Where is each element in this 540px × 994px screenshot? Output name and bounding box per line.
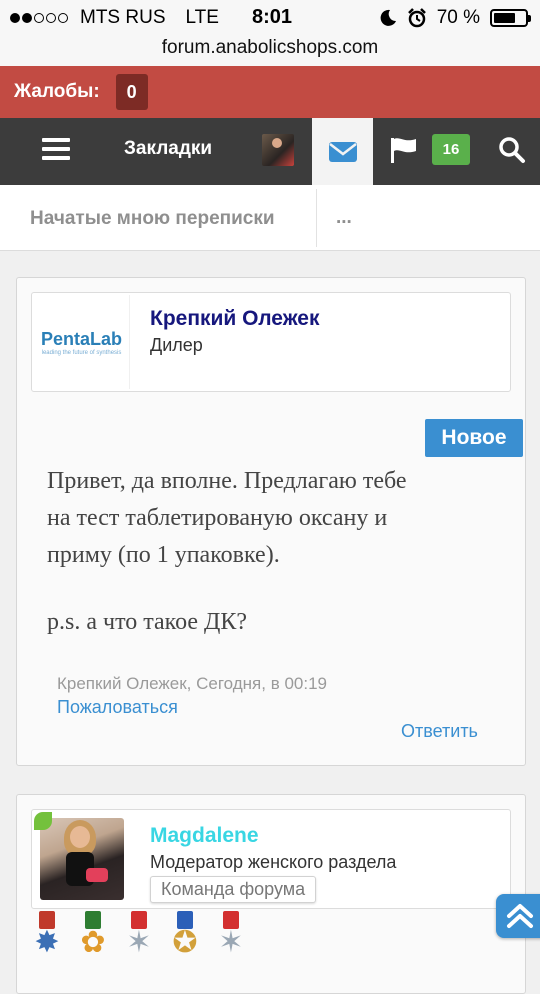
clock: 8:01 bbox=[252, 6, 293, 28]
subnav-title[interactable]: Начатые мною переписки bbox=[30, 208, 275, 230]
signal-dot bbox=[46, 13, 56, 23]
url-bar[interactable]: forum.anabolicshops.com bbox=[0, 36, 540, 66]
moon-icon bbox=[380, 9, 396, 26]
signal-dots bbox=[10, 13, 68, 23]
battery-percent: 70 % bbox=[436, 7, 480, 28]
medal-icon[interactable]: ✸ bbox=[31, 911, 63, 961]
message-user-info: Magdalene Модератор женского раздела Ком… bbox=[31, 809, 511, 909]
new-badge: Новое bbox=[425, 419, 523, 457]
team-badge: Команда форума bbox=[150, 876, 317, 903]
signal-dot bbox=[34, 13, 44, 23]
complaints-bar[interactable]: Жалобы: 0 bbox=[0, 66, 540, 118]
message-line: Привет, да вполне. Предлагаю тебе bbox=[47, 468, 407, 494]
message-user-info: PentaLab leading the future of synthesis… bbox=[31, 292, 511, 392]
status-bar: MTS RUS LTE 8:01 70 % bbox=[0, 0, 540, 36]
alarm-icon bbox=[407, 8, 426, 28]
medal-icon[interactable]: ✶ bbox=[215, 911, 247, 961]
signal-dot bbox=[58, 13, 68, 23]
medal-icon[interactable]: ✿ bbox=[77, 911, 109, 961]
complaints-label: Жалобы: bbox=[14, 81, 100, 102]
status-right: 70 % bbox=[379, 7, 531, 29]
medal-icon[interactable]: ✪ bbox=[169, 911, 201, 961]
message-line: на тест таблетированую оксану и bbox=[47, 505, 388, 531]
search-icon[interactable] bbox=[498, 136, 526, 164]
user-title: Модератор женского раздела bbox=[150, 852, 397, 872]
signal-dot bbox=[10, 13, 20, 23]
report-link[interactable]: Пожаловаться bbox=[57, 697, 178, 718]
avatar[interactable] bbox=[40, 818, 124, 900]
message-meta: Крепкий Олежек, Сегодня, в 00:19 bbox=[57, 674, 327, 693]
mail-icon bbox=[328, 141, 357, 162]
battery-fill bbox=[494, 13, 515, 23]
bookmarks-link[interactable]: Закладки bbox=[124, 138, 212, 160]
alerts-badge[interactable]: 16 bbox=[432, 134, 470, 165]
user-avatar[interactable] bbox=[262, 134, 294, 166]
subnav-more[interactable]: ... bbox=[336, 207, 352, 229]
carrier: MTS RUS bbox=[80, 7, 166, 28]
status-left: MTS RUS LTE bbox=[10, 7, 219, 29]
flag-icon[interactable] bbox=[390, 137, 418, 163]
network-type: LTE bbox=[185, 7, 219, 28]
scroll-to-top-button[interactable] bbox=[496, 894, 540, 938]
pentalab-logo: PentaLab leading the future of synthesis bbox=[41, 329, 122, 356]
message-card: PentaLab leading the future of synthesis… bbox=[16, 277, 526, 766]
message-body: Привет, да вполне. Предлагаю тебе на тес… bbox=[47, 463, 497, 574]
reply-link[interactable]: Ответить bbox=[401, 721, 478, 742]
double-chevron-up-icon bbox=[507, 904, 533, 928]
message-ps: p.s. а что такое ДК? bbox=[47, 609, 248, 635]
menu-icon[interactable] bbox=[42, 138, 70, 160]
message-card: Magdalene Модератор женского раздела Ком… bbox=[16, 794, 526, 994]
battery-icon bbox=[490, 9, 531, 27]
subnav-divider bbox=[316, 189, 317, 247]
username[interactable]: Крепкий Олежек bbox=[150, 307, 320, 331]
logo-tagline: leading the future of synthesis bbox=[41, 349, 122, 356]
user-title: Дилер bbox=[150, 335, 203, 355]
subnav-strip: Начатые мною переписки ... bbox=[0, 185, 540, 251]
medal-icon[interactable]: ✶ bbox=[123, 911, 155, 961]
nav-bar: Закладки 16 bbox=[0, 118, 540, 185]
online-indicator bbox=[34, 812, 52, 830]
logo-text: PentaLab bbox=[40, 328, 123, 349]
username[interactable]: Magdalene bbox=[150, 824, 259, 848]
message-line: приму (по 1 упаковке). bbox=[47, 542, 280, 568]
signal-dot bbox=[22, 13, 32, 23]
complaints-count[interactable]: 0 bbox=[115, 74, 148, 110]
user-medals: ✸ ✿ ✶ ✪ ✶ bbox=[31, 911, 247, 961]
avatar[interactable]: PentaLab leading the future of synthesis bbox=[34, 295, 130, 389]
mail-tab[interactable] bbox=[312, 118, 373, 185]
